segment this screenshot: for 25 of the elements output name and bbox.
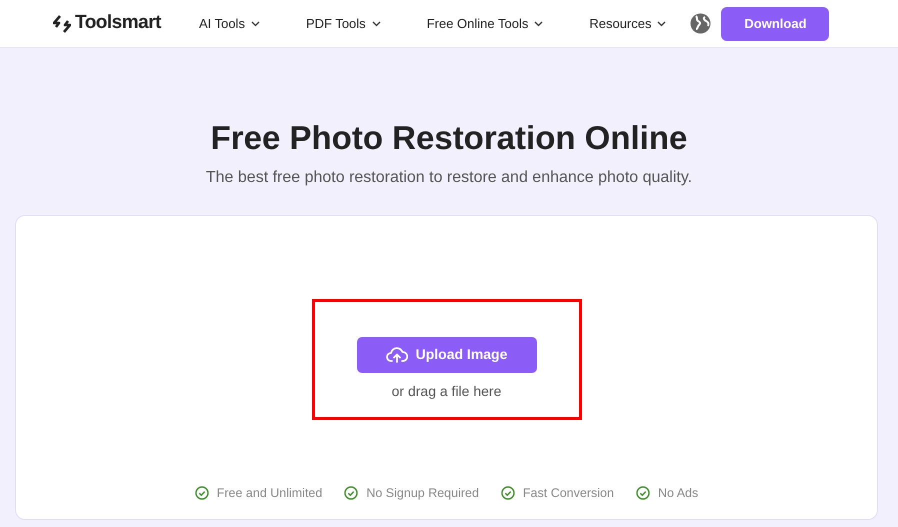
feature-label: Free and Unlimited <box>216 484 322 502</box>
feature-label: No Signup Required <box>366 484 479 502</box>
drag-hint: or drag a file here <box>392 382 502 401</box>
check-icon <box>500 486 515 500</box>
logo-link[interactable]: Toolsmart <box>53 9 161 38</box>
caret-icon <box>250 20 260 26</box>
nav-menu[interactable]: AI Tools <box>198 14 260 34</box>
check-icon <box>636 486 650 500</box>
caret-icon <box>372 20 381 26</box>
nav-menu[interactable]: Resources <box>589 14 666 34</box>
upload-button[interactable]: Upload Image <box>356 336 536 373</box>
nav-menu[interactable]: PDF Tools <box>306 14 381 34</box>
nav-menu[interactable]: Free Online Tools <box>426 14 544 34</box>
logo-icon <box>53 14 71 32</box>
page-title: Free Photo Restoration Online <box>210 118 688 158</box>
caret-icon <box>657 20 666 26</box>
upload-cloud-icon <box>386 346 408 364</box>
download-button[interactable]: Download <box>721 6 830 40</box>
caret-icon <box>534 20 544 26</box>
check-icon <box>344 486 358 500</box>
check-icon <box>194 486 209 500</box>
globe-icon[interactable] <box>690 13 712 34</box>
feature-label: Fast Conversion <box>522 484 614 502</box>
feature-label: No Ads <box>658 484 698 502</box>
page-subtitle: The best free photo restoration to restore and enhance photo quality. <box>204 168 694 188</box>
